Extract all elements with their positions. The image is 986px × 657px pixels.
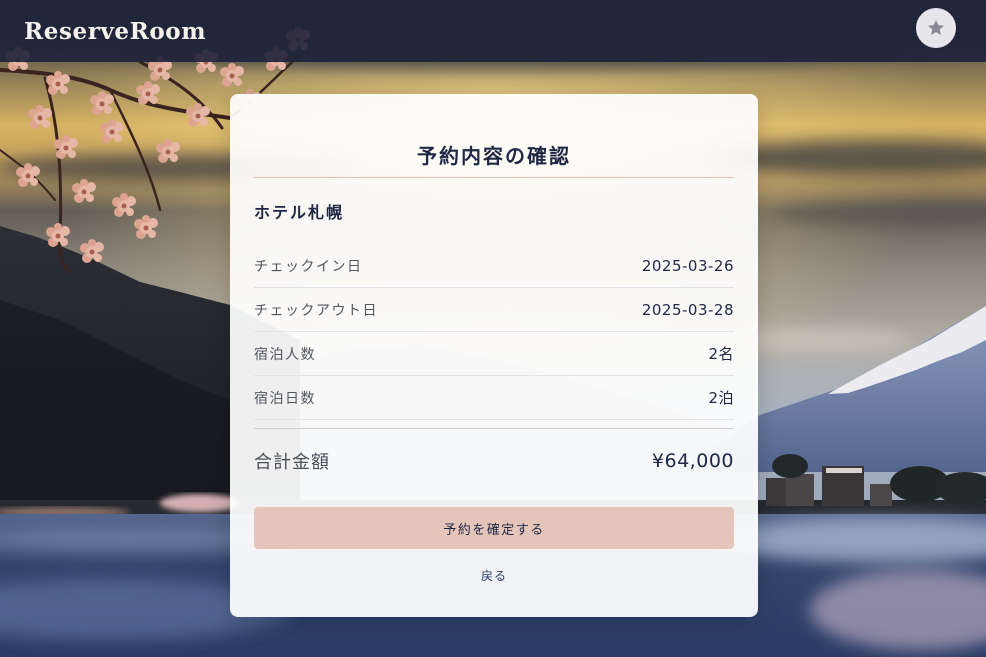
blossom	[194, 103, 202, 111]
confirm-reservation-button[interactable]: 予約を確定する	[254, 507, 734, 549]
blossom	[165, 149, 171, 155]
blossom	[144, 81, 152, 89]
detail-label: チェックイン日	[254, 258, 363, 275]
app-logo[interactable]: ReserveRoom	[24, 16, 206, 48]
detail-row-nights: 宿泊日数 2泊	[254, 376, 734, 420]
confirmation-card: 予約内容の確認 ホテル札幌 チェックイン日 2025-03-26 チェックアウト…	[230, 94, 758, 617]
detail-label: 宿泊人数	[254, 346, 316, 363]
blossom	[99, 101, 105, 107]
star-icon-shape	[928, 20, 944, 35]
blossom	[98, 91, 106, 99]
detail-value: 2025-03-28	[641, 300, 734, 319]
detail-value: 2名	[708, 345, 734, 363]
blossom	[55, 81, 61, 87]
hotel-name: ホテル札幌	[254, 203, 345, 222]
blossom	[89, 249, 95, 255]
tree	[772, 454, 808, 478]
blossom	[80, 179, 88, 187]
favorites-button[interactable]	[916, 8, 956, 48]
blossom	[24, 163, 32, 171]
detail-label: 宿泊日数	[254, 390, 316, 407]
total-row: 合計金額 ¥64,000	[254, 428, 734, 493]
detail-label: チェックアウト日	[254, 302, 378, 319]
building	[870, 484, 892, 506]
blossom	[121, 203, 127, 209]
top-bar: ReserveRoom	[0, 0, 986, 62]
page: ReserveRoom 予約内容の確認 ホテル札幌 チェックイン日 2025-0…	[0, 0, 986, 657]
blossom	[54, 223, 62, 231]
blossom	[164, 139, 172, 147]
star-shape	[928, 20, 944, 35]
building-roof	[826, 468, 862, 473]
blossom	[109, 129, 115, 135]
detail-value: 2泊	[708, 389, 734, 407]
blossom	[88, 239, 96, 247]
blossom	[25, 173, 31, 179]
blossom	[143, 225, 149, 231]
building	[786, 474, 814, 506]
blossom	[62, 135, 70, 143]
blossom	[37, 115, 43, 121]
blossom	[108, 119, 116, 127]
total-label: 合計金額	[254, 452, 330, 473]
detail-row-checkout: チェックアウト日 2025-03-28	[254, 288, 734, 332]
blossom	[54, 71, 62, 79]
blossom	[195, 113, 201, 119]
page-title: 予約内容の確認	[254, 142, 734, 178]
detail-list: チェックイン日 2025-03-26 チェックアウト日 2025-03-28 宿…	[254, 244, 734, 420]
blossom	[63, 145, 69, 151]
detail-row-checkin: チェックイン日 2025-03-26	[254, 244, 734, 288]
blossom	[229, 73, 235, 79]
star-icon	[926, 18, 946, 38]
blossom	[36, 105, 44, 113]
blossom	[120, 193, 128, 201]
detail-row-guests: 宿泊人数 2名	[254, 332, 734, 376]
blossom	[157, 67, 163, 73]
back-link[interactable]: 戻る	[254, 567, 734, 585]
total-price: ¥64,000	[651, 450, 734, 472]
blossom	[55, 233, 61, 239]
blossom-shore	[160, 494, 240, 512]
detail-value: 2025-03-26	[641, 256, 734, 275]
blossom	[145, 91, 151, 97]
blossom	[81, 189, 87, 195]
blossom	[228, 63, 236, 71]
blossom	[142, 215, 150, 223]
building	[766, 478, 786, 506]
